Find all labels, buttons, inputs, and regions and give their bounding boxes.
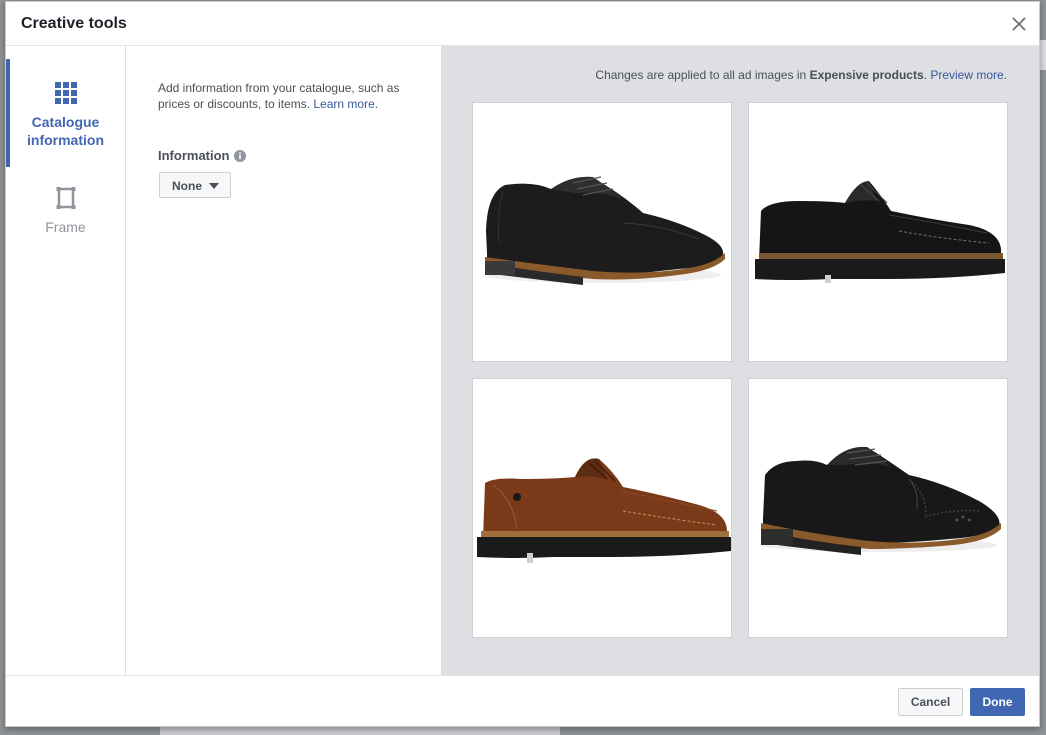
- catalogue-description: Add information from your catalogue, suc…: [158, 80, 418, 112]
- done-button[interactable]: Done: [970, 688, 1025, 716]
- ad-image-card[interactable]: [748, 378, 1008, 638]
- ad-image-card[interactable]: [472, 378, 732, 638]
- active-indicator: [6, 59, 10, 167]
- frame-icon: [56, 187, 75, 209]
- info-icon[interactable]: [233, 150, 246, 165]
- dialog-title: Creative tools: [21, 15, 127, 32]
- ad-image-card[interactable]: [472, 102, 732, 362]
- black-cap-toe-shoe-image: [485, 176, 725, 285]
- grid-icon: [54, 82, 77, 104]
- preview-note-prefix: Changes are applied to all ad images in: [595, 68, 807, 82]
- preview-note: Changes are applied to all ad images in …: [595, 68, 1007, 82]
- brown-moccasin-shoe-image: [477, 458, 731, 563]
- backdrop-bottom: [160, 727, 560, 735]
- settings-panel: Add information from your catalogue, suc…: [126, 46, 441, 675]
- sidebar-item-label: Catalogue information: [27, 114, 104, 148]
- information-label-text: Information: [158, 148, 230, 163]
- tools-sidebar: Catalogue information Frame: [6, 46, 126, 675]
- sidebar-item-label: Frame: [45, 219, 86, 235]
- black-brogue-shoe-image: [761, 446, 1001, 555]
- dialog-header: Creative tools: [6, 2, 1039, 46]
- dialog-footer: Cancel Done: [6, 675, 1039, 726]
- ad-image-card[interactable]: [748, 102, 1008, 362]
- information-dropdown[interactable]: None: [159, 172, 231, 198]
- black-moccasin-shoe-image: [755, 181, 1005, 283]
- backdrop-edge: [1040, 40, 1046, 70]
- sidebar-item-catalogue-information[interactable]: Catalogue information: [6, 59, 125, 167]
- cancel-button[interactable]: Cancel: [898, 688, 963, 716]
- preview-more-link[interactable]: Preview more.: [930, 68, 1007, 82]
- preview-panel: Changes are applied to all ad images in …: [441, 46, 1039, 675]
- information-label: Information: [158, 148, 246, 165]
- creative-tools-dialog: Creative tools Catalogue information Fra…: [5, 1, 1040, 727]
- close-icon: [1012, 17, 1026, 31]
- preview-note-period: .: [923, 68, 927, 82]
- caret-down-icon: [209, 183, 219, 189]
- sidebar-item-frame[interactable]: Frame: [6, 186, 125, 246]
- close-button[interactable]: [1009, 14, 1029, 34]
- dropdown-value: None: [172, 179, 202, 193]
- product-set-name: Expensive products: [809, 68, 924, 82]
- learn-more-link[interactable]: Learn more.: [313, 97, 378, 111]
